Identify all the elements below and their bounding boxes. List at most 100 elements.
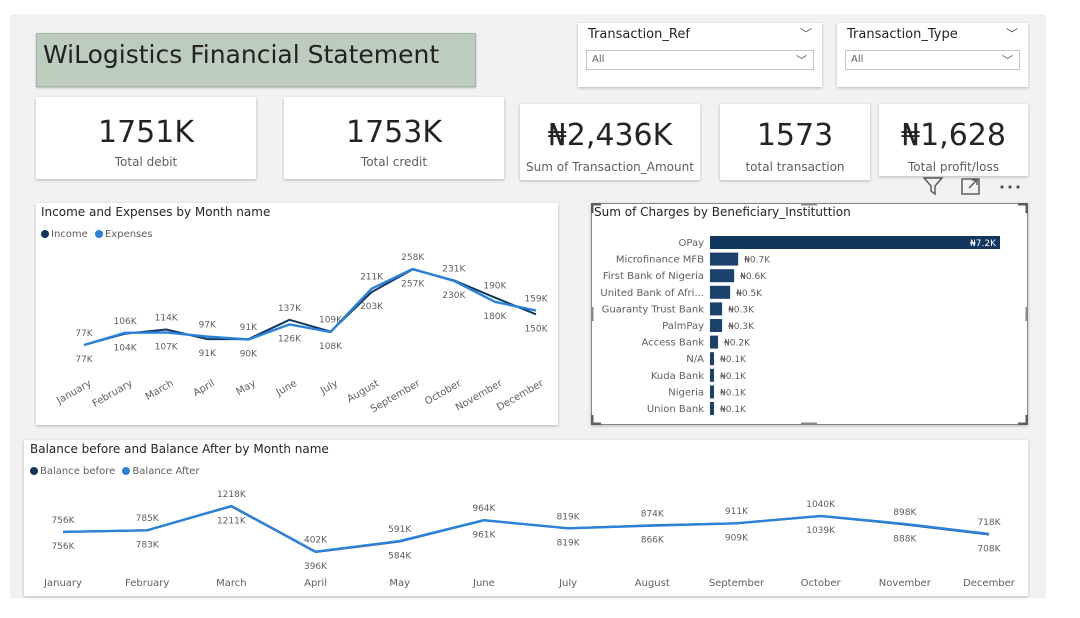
kpi-value: 1751K [97, 115, 195, 150]
data-label: 230K [442, 291, 466, 301]
data-label: 159K [524, 295, 548, 305]
data-label: 97K [199, 321, 217, 331]
chevron-down-icon[interactable]: ﹀ [796, 52, 807, 68]
data-label: 866K [641, 536, 665, 546]
data-label: 1218K [217, 490, 247, 500]
data-label: 909K [725, 533, 749, 543]
bar [710, 385, 715, 399]
bar [710, 269, 735, 283]
data-label: 108K [319, 342, 343, 352]
data-label: ₦0.3K [728, 322, 755, 332]
data-label: 114K [155, 313, 179, 323]
data-label: 961K [472, 530, 496, 540]
data-label: 150K [524, 324, 548, 334]
more-options-icon[interactable] [998, 176, 1024, 196]
y-tick-label: Access Bank [641, 338, 704, 349]
y-tick-label: PalmPay [662, 321, 704, 332]
data-label: 718K [977, 518, 1001, 528]
kpi-card-profit-loss: ₦1,628 Total profit/loss [879, 104, 1028, 176]
y-tick-label: Microfinance MFB [616, 255, 704, 266]
chevron-down-icon[interactable]: ﹀ [1002, 52, 1013, 68]
data-label: 819K [557, 512, 581, 522]
bar [710, 352, 715, 366]
kpi-value: ₦2,436K [547, 118, 673, 153]
kpi-label: Total debit [114, 155, 178, 169]
data-label: 91K [240, 323, 258, 333]
income-expenses-plot: 77K 77K January 104K 106K February 114K 107K Mar… [54, 253, 548, 415]
data-label: ₦0.1K [720, 355, 747, 365]
data-label: 91K [199, 349, 217, 359]
data-label: 257K [401, 279, 425, 289]
focus-mode-icon[interactable] [960, 176, 982, 196]
balance-chart[interactable]: Balance before and Balance After by Mont… [24, 440, 1028, 596]
data-label: 137K [278, 304, 302, 314]
series-line-balance-before [62, 505, 990, 553]
data-label: ₦0.1K [720, 388, 747, 398]
chevron-down-icon[interactable]: ﹀ [800, 25, 812, 42]
kpi-label: Total profit/loss [908, 160, 999, 174]
data-label: 756K [51, 516, 75, 526]
data-label: 911K [725, 507, 749, 517]
filter-icon[interactable] [922, 176, 944, 196]
series-line-balance-after [62, 504, 990, 553]
data-label: 584K [388, 551, 412, 561]
bar [710, 236, 1000, 249]
x-tick-label: June [472, 578, 495, 589]
x-tick-label: December [963, 578, 1016, 589]
slicer-label: Transaction_Type [847, 27, 958, 42]
kpi-value: ₦1,628 [901, 118, 1006, 153]
kpi-label: Sum of Transaction_Amount [526, 160, 694, 174]
data-label: 1040K [806, 500, 836, 510]
data-label: 104K [114, 344, 138, 354]
y-tick-label: OPay [679, 238, 705, 249]
x-tick-label: June [274, 378, 299, 399]
data-label: 1211K [217, 516, 247, 526]
data-label: 126K [278, 334, 302, 344]
slicer-dropdown[interactable]: All ﹀ [586, 50, 814, 70]
data-label: 190K [483, 282, 507, 292]
data-label: 819K [557, 538, 581, 548]
bar [710, 285, 731, 299]
income-expenses-chart[interactable]: Income and Expenses by Month name Income… [36, 203, 558, 425]
x-tick-label: December [495, 378, 546, 414]
slicer-transaction-ref[interactable]: Transaction_Ref ﹀ All ﹀ [578, 23, 822, 87]
x-tick-label: July [318, 378, 340, 397]
data-label: 77K [75, 329, 93, 339]
data-label: 591K [388, 525, 412, 535]
slicer-value: All [851, 54, 864, 65]
x-tick-label: August [635, 578, 670, 589]
data-label: 211K [360, 273, 384, 283]
data-label: 109K [319, 316, 343, 326]
bar [710, 319, 723, 332]
data-label: 396K [304, 562, 328, 572]
x-tick-label: April [304, 578, 327, 589]
kpi-card-transaction-amount: ₦2,436K Sum of Transaction_Amount [520, 104, 700, 180]
data-label: 106K [114, 317, 138, 327]
y-tick-label: Guaranty Trust Bank [602, 304, 705, 315]
visual-header-toolbar [920, 176, 1030, 198]
chevron-down-icon[interactable]: ﹀ [1006, 25, 1018, 42]
data-label: ₦0.7K [744, 256, 771, 266]
x-tick-label: September [709, 578, 765, 589]
kpi-value: 1753K [345, 115, 443, 150]
report-title-box: WiLogistics Financial Statement [36, 33, 476, 87]
kpi-card-total-credit: 1753K Total credit [284, 97, 504, 179]
x-tick-label: April [191, 378, 216, 399]
bar [710, 252, 739, 266]
bar [710, 402, 715, 415]
data-label: 1039K [806, 526, 836, 536]
slicer-dropdown[interactable]: All ﹀ [845, 50, 1020, 70]
x-tick-label: November [879, 578, 932, 589]
y-tick-label: N/A [686, 354, 704, 365]
bar [710, 368, 715, 382]
data-label: 898K [893, 508, 917, 518]
charges-by-beneficiary-chart[interactable]: Sum of Charges by Beneficiary_Institutti… [591, 203, 1028, 425]
x-tick-label: January [54, 378, 93, 407]
data-label: 180K [483, 312, 507, 322]
data-label: ₦0.1K [720, 372, 747, 382]
kpi-card-total-transaction: 1573 total transaction [720, 104, 870, 180]
data-label: 90K [240, 350, 258, 360]
slicer-transaction-type[interactable]: Transaction_Type ﹀ All ﹀ [837, 23, 1028, 87]
kpi-card-total-debit: 1751K Total debit [36, 97, 256, 179]
x-tick-label: March [144, 378, 176, 403]
